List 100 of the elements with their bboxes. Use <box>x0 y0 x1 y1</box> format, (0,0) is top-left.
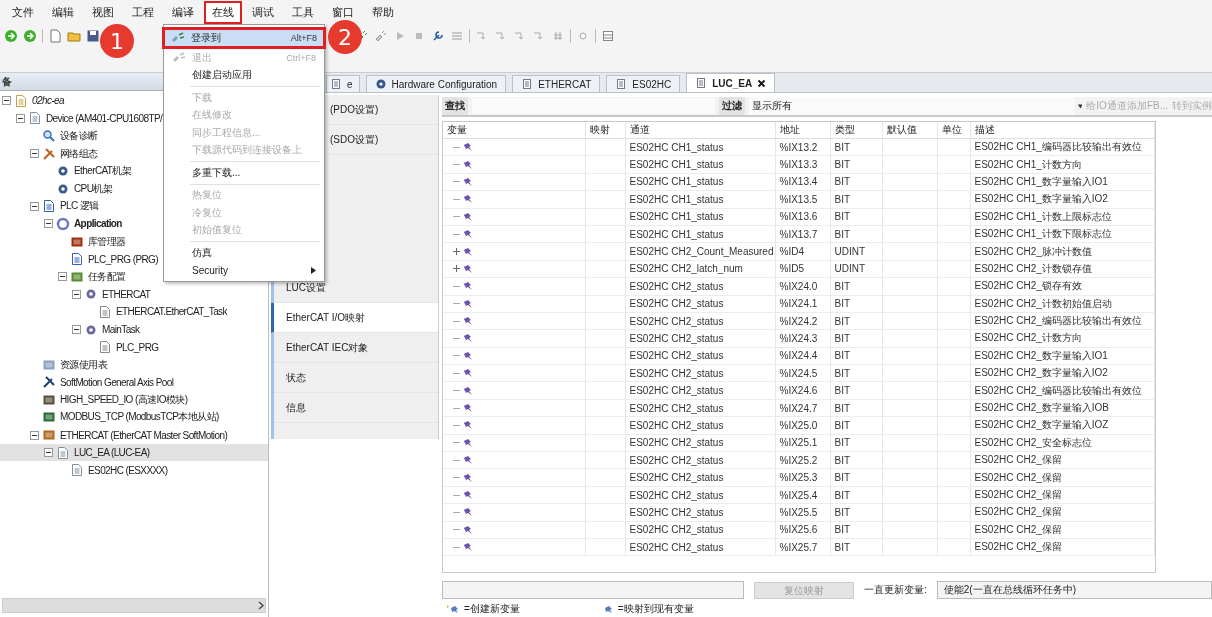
tree-item[interactable]: CPU机架 <box>73 181 114 196</box>
collapse-icon[interactable] <box>16 113 25 123</box>
table-cell: %IX24.7 <box>775 399 830 417</box>
menu-item[interactable]: 仿真 <box>164 244 324 262</box>
search-field[interactable] <box>472 98 715 114</box>
table-cell: ES02HC CH2_编码器比较输出有效位 <box>970 312 1155 330</box>
tree-item[interactable]: 02hc-ea <box>31 95 65 107</box>
tree-item[interactable]: Device (AM401-CPU1608TP/ <box>45 112 164 124</box>
column-header[interactable]: 地址 <box>775 122 830 139</box>
menu-item[interactable]: 编辑 <box>44 0 82 24</box>
table-cell: ES02HC CH2_数字量输入IO1 <box>970 347 1155 365</box>
dropdown-arrow-icon[interactable] <box>1077 103 1083 109</box>
table-cell: BIT <box>830 225 882 243</box>
collapse-icon[interactable] <box>30 201 39 211</box>
collapse-icon[interactable] <box>58 272 67 282</box>
variable-icon <box>463 211 473 222</box>
table-cell: %IX24.1 <box>775 295 830 313</box>
variable-icon <box>463 176 473 187</box>
collapse-icon[interactable] <box>30 149 39 159</box>
table-cell: ES02HC CH2_保留 <box>970 503 1155 522</box>
close-icon[interactable] <box>757 78 767 88</box>
wrench-icon[interactable] <box>431 29 445 43</box>
tree-item[interactable]: ES02HC (ESXXXX) <box>87 464 169 476</box>
menu-item[interactable]: 在线 <box>204 0 242 24</box>
tree-item[interactable]: 网络组态 <box>59 146 99 161</box>
table-cell: ES02HC CH1_status <box>625 138 775 156</box>
column-header[interactable]: 通道 <box>625 122 775 139</box>
editor-tab[interactable]: LUC_EA <box>686 73 776 92</box>
filter-dropdown[interactable]: 显示所有 <box>748 97 1074 115</box>
table-cell: ES02HC CH2_status <box>625 295 775 313</box>
circle-arrow-icon[interactable] <box>23 29 37 43</box>
tree-item[interactable]: EtherCAT机架 <box>73 164 133 179</box>
nav-item[interactable]: EtherCAT IEC对象 <box>274 333 438 363</box>
menu-item[interactable]: 工具 <box>284 0 322 24</box>
tree-item[interactable]: MODBUS_TCP (ModbusTCP本地从站) <box>59 410 220 425</box>
search-label: 查找 <box>442 97 468 115</box>
menu-item[interactable]: 调试 <box>244 0 282 24</box>
menu-item[interactable]: 文件 <box>4 0 42 24</box>
tree-item[interactable]: 资源使用表 <box>59 357 108 372</box>
column-header[interactable]: 映射 <box>585 122 625 139</box>
tree-item[interactable]: 库管理器 <box>87 234 127 249</box>
tree-item[interactable]: PLC_PRG <box>115 341 160 353</box>
collapse-icon[interactable] <box>72 325 81 334</box>
new-file-icon[interactable] <box>48 29 62 43</box>
update-dropdown[interactable]: 使能2(一直在总线循环任务中) <box>936 581 1212 599</box>
editor-tab[interactable]: ES02HC <box>606 75 681 92</box>
horizontal-scrollbar[interactable] <box>2 598 266 613</box>
tree-item[interactable]: SoftMotion General Axis Pool <box>59 376 175 388</box>
column-header[interactable]: 描述 <box>970 122 1155 139</box>
table-cell: %IX13.3 <box>775 155 830 174</box>
column-header[interactable]: 变量 <box>443 122 585 139</box>
expand-icon[interactable] <box>453 248 460 256</box>
folder-icon[interactable] <box>67 29 81 43</box>
collapse-icon[interactable] <box>44 448 53 458</box>
collapse-icon[interactable] <box>44 219 53 229</box>
menu-item[interactable]: 编译 <box>164 0 202 24</box>
tree-item[interactable]: ETHERCAT <box>101 288 152 300</box>
collapse-icon[interactable] <box>30 430 39 440</box>
nav-item[interactable]: 信息 <box>274 393 438 423</box>
table-cell: ES02HC CH2_status <box>625 538 775 556</box>
tree-item[interactable]: LUC_EA (LUC-EA) <box>73 447 151 459</box>
tree-item[interactable]: HIGH_SPEED_IO (高速IO模块) <box>59 392 189 407</box>
menu-item[interactable]: 登录到 Alt+F8 <box>162 27 326 49</box>
variable-icon <box>463 368 473 379</box>
collapse-icon[interactable] <box>2 96 11 106</box>
tree-item[interactable]: MainTask <box>101 324 141 335</box>
column-header[interactable]: 默认值 <box>882 122 937 139</box>
nav-item[interactable]: (SDO设置) <box>328 125 438 155</box>
editor-tab[interactable]: ETHERCAT <box>512 75 601 92</box>
menu-item[interactable]: 视图 <box>84 0 122 24</box>
expand-icon[interactable] <box>453 265 460 273</box>
circle-arrow-icon[interactable] <box>4 29 18 43</box>
column-header[interactable]: 单位 <box>937 122 970 139</box>
column-header[interactable]: 类型 <box>830 122 882 139</box>
table-icon[interactable] <box>601 29 615 43</box>
variable-icon <box>463 159 473 170</box>
menu-item[interactable]: 工程 <box>124 0 162 24</box>
nav-item[interactable]: (PDO设置) <box>328 95 438 125</box>
tree-item[interactable]: 任务配置 <box>87 269 127 284</box>
tree-item[interactable]: Application <box>73 218 123 230</box>
tree-item[interactable]: PLC 逻辑 <box>59 199 100 214</box>
editor-tab[interactable]: e <box>326 75 360 92</box>
collapse-icon[interactable] <box>72 289 81 299</box>
save-icon[interactable] <box>86 29 100 43</box>
nav-item[interactable]: 状态 <box>274 363 438 393</box>
table-cell: BIT <box>830 521 882 539</box>
table-cell: %IX25.0 <box>775 416 830 435</box>
table-cell: BIT <box>830 468 882 487</box>
tree-item[interactable]: 设备诊断 <box>59 129 99 143</box>
menu-item[interactable]: 帮助 <box>364 0 402 24</box>
tree-item[interactable]: ETHERCAT (EtherCAT Master SoftMotion) <box>59 429 229 441</box>
tree-item[interactable]: PLC_PRG (PRG) <box>87 253 159 265</box>
tree-item[interactable]: ETHERCAT.EtherCAT_Task <box>115 306 228 318</box>
menu-item[interactable]: 多重下载... <box>164 164 324 182</box>
nav-item[interactable]: EtherCAT I/O映射 <box>271 303 438 333</box>
input-field[interactable] <box>442 581 744 599</box>
circle-icon[interactable] <box>576 29 590 43</box>
variable-icon <box>463 281 473 292</box>
editor-tab[interactable]: Hardware Configuration <box>365 75 507 92</box>
document-icon <box>14 93 28 108</box>
